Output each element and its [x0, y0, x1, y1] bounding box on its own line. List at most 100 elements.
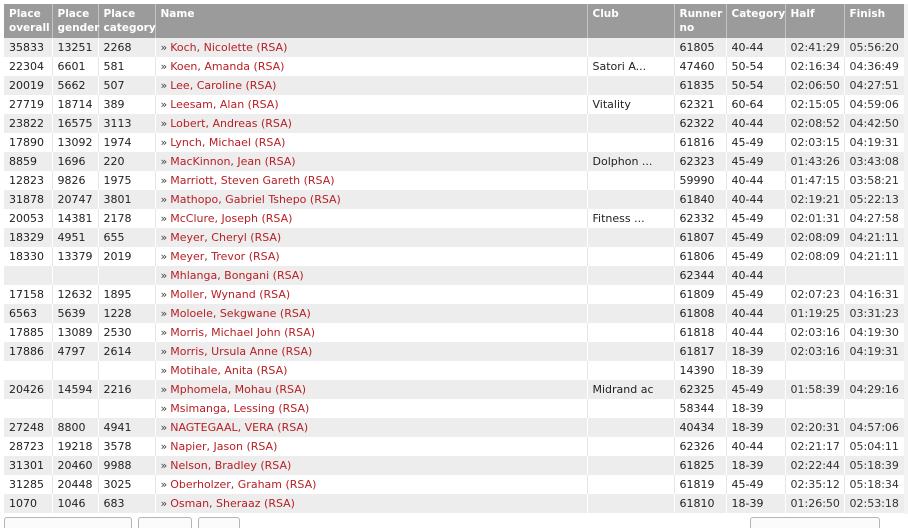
cell-gender: 6601	[52, 57, 99, 76]
cell-finish: 04:21:11	[844, 228, 908, 247]
runner-name-link[interactable]: Mathopo, Gabriel Tshepo (RSA)	[170, 193, 341, 206]
cell-category: 2178	[98, 209, 156, 228]
page-size-select[interactable]	[4, 517, 132, 528]
cell-gender: 1046	[52, 494, 99, 513]
column-header-runner[interactable]: Runner no	[674, 4, 727, 38]
runner-name-link[interactable]: McClure, Joseph (RSA)	[170, 212, 292, 225]
column-header-cat[interactable]: Category	[726, 4, 786, 38]
table-row[interactable]: 35833 13251 2268» Koch, Nicolette (RSA) 6180…	[4, 38, 908, 57]
table-row[interactable]: 31878 20747 3801» Mathopo, Gabriel Tshepo (…	[4, 190, 908, 209]
runner-name-link[interactable]: Moller, Wynand (RSA)	[170, 288, 290, 301]
cell-cat: 40-44	[726, 38, 786, 57]
table-row[interactable]: 31301 20460 9988» Nelson, Bradley (RSA) 6182…	[4, 456, 908, 475]
runner-name-link[interactable]: Morris, Ursula Anne (RSA)	[170, 345, 312, 358]
runner-name-link[interactable]: Leesam, Alan (RSA)	[170, 98, 278, 111]
cell-runner: 61835	[674, 76, 727, 95]
cell-half	[785, 399, 845, 418]
column-header-category[interactable]: Place category	[98, 4, 156, 38]
table-row[interactable]: 31285 20448 3025» Oberholzer, Graham (RSA) 6…	[4, 475, 908, 494]
cell-club	[587, 399, 675, 418]
table-row[interactable]: 27719 18714 389» Leesam, Alan (RSA) Vitality…	[4, 95, 908, 114]
table-row[interactable]: 1070 1046 683» Osman, Sheraaz (RSA) 61810 18-…	[4, 494, 908, 513]
table-row[interactable]: 12823 9826 1975» Marriott, Steven Gareth (R…	[4, 171, 908, 190]
table-row[interactable]: » Msimanga, Lessing (RSA) 58344 18-39	[4, 399, 908, 418]
runner-name-link[interactable]: Mhlanga, Bongani (RSA)	[170, 269, 303, 282]
double-chevron-right-icon: »	[160, 60, 168, 73]
cell-gender	[52, 266, 99, 285]
column-header-overall[interactable]: Place overall	[4, 4, 53, 38]
cell-overall: 27719	[4, 95, 53, 114]
search-box[interactable]	[750, 517, 880, 528]
double-chevron-right-icon: »	[160, 269, 168, 282]
runner-name-link[interactable]: Napier, Jason (RSA)	[170, 440, 277, 453]
runner-name-link[interactable]: Koch, Nicolette (RSA)	[170, 41, 287, 54]
table-row[interactable]: 23822 16575 3113» Lobert, Andreas (RSA) 6232…	[4, 114, 908, 133]
prev-page-button[interactable]	[138, 517, 192, 528]
cell-gender: 9826	[52, 171, 99, 190]
cell-overall: 17885	[4, 323, 53, 342]
runner-name-link[interactable]: Mphomela, Mohau (RSA)	[170, 383, 306, 396]
runner-name-link[interactable]: Koen, Amanda (RSA)	[170, 60, 284, 73]
table-row[interactable]: 20426 14594 2216» Mphomela, Mohau (RSA) Midr…	[4, 380, 908, 399]
runner-name-link[interactable]: Lynch, Michael (RSA)	[170, 136, 285, 149]
cell-gender: 13089	[52, 323, 99, 342]
vertical-scrollbar-track[interactable]	[904, 4, 908, 514]
table-row[interactable]: 17885 13089 2530» Morris, Michael John (RSA…	[4, 323, 908, 342]
cell-cat: 40-44	[726, 323, 786, 342]
runner-name-link[interactable]: Lobert, Andreas (RSA)	[170, 117, 292, 130]
runner-name-link[interactable]: Oberholzer, Graham (RSA)	[170, 478, 316, 491]
runner-name-link[interactable]: NAGTEGAAL, VERA (RSA)	[170, 421, 308, 434]
column-header-club[interactable]: Club	[587, 4, 675, 38]
table-row[interactable]: 18329 4951 655» Meyer, Cheryl (RSA) 61807 45-…	[4, 228, 908, 247]
runner-name-link[interactable]: Nelson, Bradley (RSA)	[170, 459, 291, 472]
double-chevron-right-icon: »	[160, 383, 168, 396]
cell-overall: 17886	[4, 342, 53, 361]
runner-name-link[interactable]: MacKinnon, Jean (RSA)	[170, 155, 295, 168]
table-row[interactable]: 22304 6601 581» Koen, Amanda (RSA) Satori A.…	[4, 57, 908, 76]
runner-name-link[interactable]: Meyer, Cheryl (RSA)	[170, 231, 281, 244]
cell-cat: 40-44	[726, 190, 786, 209]
table-row[interactable]: 27248 8800 4941» NAGTEGAAL, VERA (RSA) 40434…	[4, 418, 908, 437]
column-header-gender[interactable]: Place gender	[52, 4, 99, 38]
cell-club	[587, 361, 675, 380]
double-chevron-right-icon: »	[160, 117, 168, 130]
cell-club: Vitality	[587, 95, 675, 114]
runner-name-link[interactable]: Msimanga, Lessing (RSA)	[170, 402, 309, 415]
runner-name-link[interactable]: Marriott, Steven Gareth (RSA)	[170, 174, 334, 187]
table-row[interactable]: 6563 5639 1228» Moloele, Sekgwane (RSA) 6180…	[4, 304, 908, 323]
table-row[interactable]: 17886 4797 2614» Morris, Ursula Anne (RSA) 6…	[4, 342, 908, 361]
double-chevron-right-icon: »	[160, 136, 168, 149]
runner-name-link[interactable]: Motihale, Anita (RSA)	[170, 364, 287, 377]
runner-name-link[interactable]: Lee, Caroline (RSA)	[170, 79, 276, 92]
cell-overall: 17158	[4, 285, 53, 304]
table-row[interactable]: 20053 14381 2178» McClure, Joseph (RSA) Fitn…	[4, 209, 908, 228]
cell-overall: 6563	[4, 304, 53, 323]
runner-name-link[interactable]: Osman, Sheraaz (RSA)	[170, 497, 295, 510]
table-row[interactable]: 18330 13379 2019» Meyer, Trevor (RSA) 61806 4…	[4, 247, 908, 266]
cell-name: » Lee, Caroline (RSA)	[155, 76, 588, 95]
next-page-button[interactable]	[198, 517, 240, 528]
cell-gender: 20448	[52, 475, 99, 494]
table-row[interactable]: 17158 12632 1895» Moller, Wynand (RSA) 61809…	[4, 285, 908, 304]
runner-name-link[interactable]: Morris, Michael John (RSA)	[170, 326, 315, 339]
cell-name: » Motihale, Anita (RSA)	[155, 361, 588, 380]
table-row[interactable]: 8859 1696 220» MacKinnon, Jean (RSA) Dolphon…	[4, 152, 908, 171]
table-row[interactable]: » Motihale, Anita (RSA) 14390 18-39	[4, 361, 908, 380]
cell-category: 220	[98, 152, 156, 171]
column-header-name[interactable]: Name	[155, 4, 588, 38]
column-header-half[interactable]: Half	[785, 4, 845, 38]
table-row[interactable]: 20019 5662 507» Lee, Caroline (RSA) 61835 50-…	[4, 76, 908, 95]
cell-gender	[52, 361, 99, 380]
double-chevron-right-icon: »	[160, 98, 168, 111]
column-header-finish[interactable]: Finish	[844, 4, 908, 38]
cell-runner: 40434	[674, 418, 727, 437]
cell-name: » Mphomela, Mohau (RSA)	[155, 380, 588, 399]
cell-gender: 20747	[52, 190, 99, 209]
double-chevron-right-icon: »	[160, 155, 168, 168]
cell-finish: 04:42:50	[844, 114, 908, 133]
runner-name-link[interactable]: Moloele, Sekgwane (RSA)	[170, 307, 311, 320]
table-row[interactable]: 28723 19218 3578» Napier, Jason (RSA) 62326 4…	[4, 437, 908, 456]
runner-name-link[interactable]: Meyer, Trevor (RSA)	[170, 250, 279, 263]
table-row[interactable]: 17890 13092 1974» Lynch, Michael (RSA) 61816…	[4, 133, 908, 152]
table-row[interactable]: » Mhlanga, Bongani (RSA) 62344 40-44	[4, 266, 908, 285]
